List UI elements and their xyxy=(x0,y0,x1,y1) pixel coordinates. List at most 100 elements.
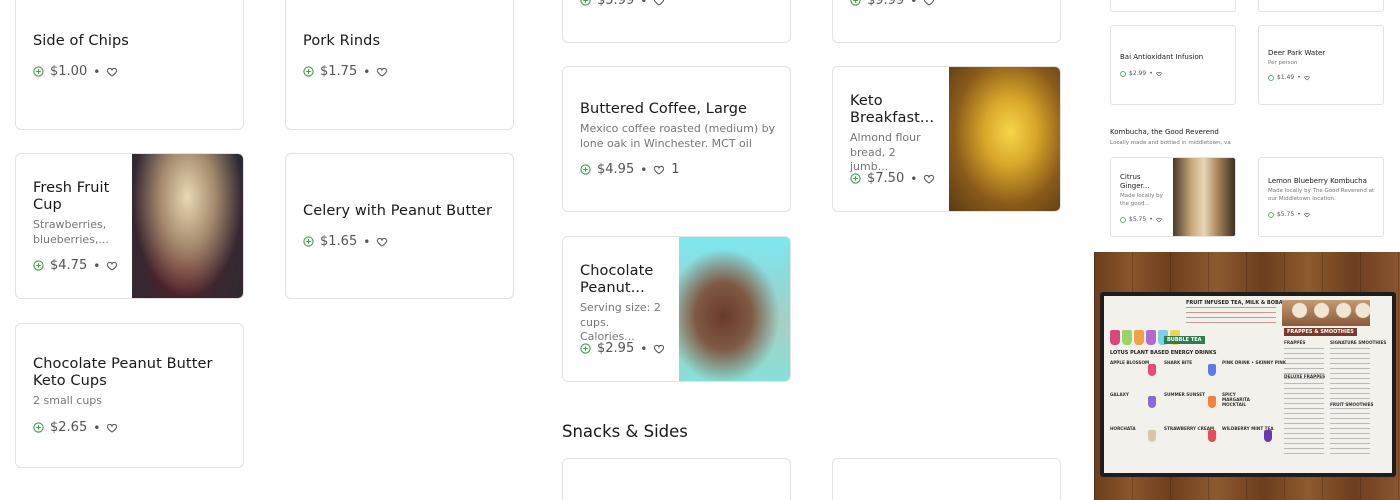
item-meta: $1.75 • xyxy=(303,64,388,79)
menu-board: BUBBLE TEA FRUIT INFUSED TEA, MILK & BOB… xyxy=(1104,296,1392,473)
menu-heading: FRUIT INFUSED TEA, MILK & BOBA xyxy=(1186,300,1283,306)
item-name: Side of Chips xyxy=(33,33,129,49)
menu-item-card[interactable]: $9.99 • xyxy=(832,0,1061,43)
heart-icon[interactable] xyxy=(923,173,935,185)
menu-item: SPICY MARGARITA MOCKTAIL xyxy=(1222,392,1250,407)
drink-cup xyxy=(1110,330,1120,345)
mini-card[interactable] xyxy=(1258,0,1384,12)
item-price: $4.75 xyxy=(50,258,88,273)
drink-cup xyxy=(1148,430,1156,442)
item-price: $1.00 xyxy=(50,64,88,79)
item-price: $2.65 xyxy=(50,420,88,435)
drink-cup xyxy=(1122,330,1132,345)
menu-item-card[interactable]: Chocolate Peanut... Serving size: 2 cups… xyxy=(562,236,791,382)
item-meta: $9.99 • xyxy=(850,0,935,8)
item-price: $1.65 xyxy=(320,234,358,249)
mini-item-price: $5.75 xyxy=(1129,216,1147,223)
menu-text-lines xyxy=(1284,348,1324,458)
item-meta: $2.65 • xyxy=(33,420,118,435)
menu-item-card[interactable]: Buttered Coffee, Large Mexico coffee roa… xyxy=(562,66,791,212)
item-name: Pork Rinds xyxy=(303,33,381,49)
mini-item-meta: $5.75 • xyxy=(1120,216,1162,223)
mini-item-price: $5.75 xyxy=(1277,211,1295,218)
mini-item-name: Lemon Blueberry Kombucha xyxy=(1268,177,1367,185)
mini-card[interactable]: Lemon Blueberry Kombucha Made locally by… xyxy=(1258,157,1384,237)
heart-icon[interactable] xyxy=(653,0,665,7)
coin-icon xyxy=(580,343,591,354)
coin-icon xyxy=(580,164,591,175)
item-price: $2.95 xyxy=(597,341,635,356)
heart-icon[interactable] xyxy=(1156,71,1162,77)
item-meta: $7.50 • xyxy=(850,171,935,186)
heart-icon[interactable] xyxy=(106,66,118,78)
menu-item-card[interactable]: $5.99 • xyxy=(562,0,791,43)
item-name: Keto Breakfast... xyxy=(850,93,935,126)
item-name: Chocolate Peanut Butter Keto Cups xyxy=(33,356,213,389)
menu-item-card[interactable]: Fresh Fruit Cup Strawberries, blueberrie… xyxy=(15,153,244,299)
mini-item-description: Made locally by the good... xyxy=(1120,193,1163,207)
drink-cup xyxy=(1264,430,1272,442)
menu-item: SUMMER SUNSET xyxy=(1164,392,1205,397)
heart-icon[interactable] xyxy=(653,164,665,176)
mini-card[interactable]: Bai Antioxidant Infusion $2.99 • xyxy=(1110,25,1236,105)
mini-section-title: Kombucha, the Good Reverend xyxy=(1110,128,1219,136)
separator-dot: • xyxy=(93,64,101,79)
mini-section-subtitle: Locally made and bottled in middletown, … xyxy=(1110,140,1231,146)
menu-item-card[interactable]: Pork Rinds $1.75 • xyxy=(285,0,514,130)
heart-icon[interactable] xyxy=(1304,212,1310,218)
item-name: Buttered Coffee, Large xyxy=(580,101,748,117)
item-photo xyxy=(949,67,1060,211)
heart-icon[interactable] xyxy=(376,236,388,248)
item-meta: $5.99 • xyxy=(580,0,665,8)
item-meta: $1.00 • xyxy=(33,64,118,79)
mini-item-name: Bai Antioxidant Infusion xyxy=(1120,53,1204,61)
separator-dot: • xyxy=(1149,70,1153,77)
menu-heading: BUBBLE TEA xyxy=(1164,336,1205,344)
mini-card[interactable]: Deer Park Water Per person $1.49 • xyxy=(1258,25,1384,105)
item-price: $7.50 xyxy=(867,171,905,186)
separator-dot: • xyxy=(93,420,101,435)
menu-item-card[interactable]: Celery with Peanut Butter $1.65 • xyxy=(285,153,514,299)
coin-icon xyxy=(1268,211,1274,218)
heart-icon[interactable] xyxy=(653,343,665,355)
heart-icon[interactable] xyxy=(1156,217,1162,223)
heart-icon[interactable] xyxy=(376,66,388,78)
menu-item: SIGNATURE SMOOTHIES xyxy=(1330,340,1387,345)
coin-icon xyxy=(303,66,314,77)
coin-icon xyxy=(1120,216,1126,223)
separator-dot: • xyxy=(910,171,918,186)
mini-card[interactable] xyxy=(1110,0,1236,12)
coin-icon xyxy=(33,260,44,271)
item-photo xyxy=(679,237,790,381)
heart-icon[interactable] xyxy=(106,260,118,272)
coin-icon xyxy=(1120,70,1126,77)
mini-item-meta: $5.75 • xyxy=(1268,211,1310,218)
menu-item-card[interactable] xyxy=(832,458,1061,500)
mini-card[interactable]: Citrus Ginger... Made locally by the goo… xyxy=(1110,157,1236,237)
menu-board-photo: BUBBLE TEA FRUIT INFUSED TEA, MILK & BOB… xyxy=(1094,252,1400,500)
menu-item-card[interactable]: Keto Breakfast... Almond flour bread, 2 … xyxy=(832,66,1061,212)
menu-text-lines xyxy=(1186,307,1276,327)
item-photo xyxy=(132,154,243,298)
item-meta: $1.65 • xyxy=(303,234,388,249)
coin-icon xyxy=(850,0,861,6)
heart-icon[interactable] xyxy=(923,0,935,7)
mini-item-name: Citrus Ginger... xyxy=(1120,173,1150,190)
mini-item-meta: $2.99 • xyxy=(1120,70,1162,77)
coin-icon xyxy=(850,173,861,184)
item-name: Fresh Fruit Cup xyxy=(33,180,110,213)
heart-icon[interactable] xyxy=(106,422,118,434)
menu-item-card[interactable]: Side of Chips $1.00 • xyxy=(15,0,244,130)
mini-item-description: Per person xyxy=(1268,60,1298,66)
mini-item-price: $1.49 xyxy=(1277,74,1295,81)
menu-text-lines xyxy=(1330,348,1370,458)
menu-item: STRAWBERRY CREAM xyxy=(1164,426,1215,431)
menu-item-card[interactable] xyxy=(562,458,791,500)
heart-icon[interactable] xyxy=(1304,75,1310,81)
drink-cup xyxy=(1146,330,1156,345)
menu-item: FRAPPÉS xyxy=(1284,340,1306,345)
separator-dot: • xyxy=(93,258,101,273)
menu-item-card[interactable]: Chocolate Peanut Butter Keto Cups 2 smal… xyxy=(15,323,244,468)
separator-dot: • xyxy=(910,0,918,8)
separator-dot: • xyxy=(363,64,371,79)
